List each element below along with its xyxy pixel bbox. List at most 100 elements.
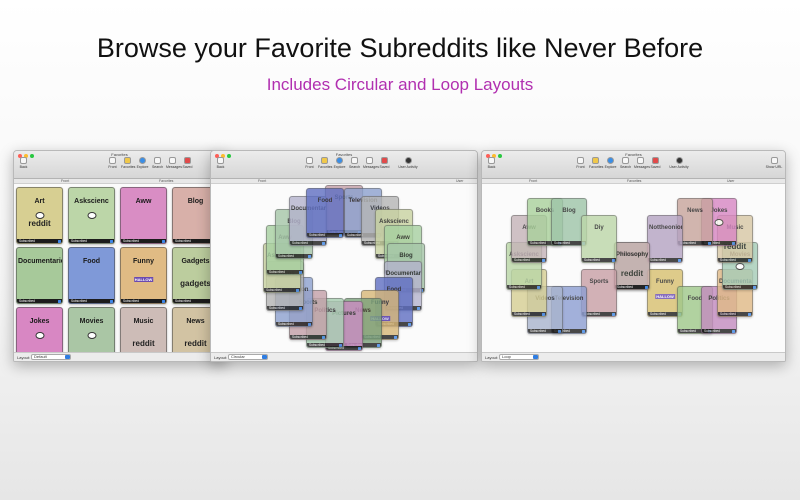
subscribed-check-icon[interactable] [408,322,411,326]
subscribed-check-icon[interactable] [308,254,311,258]
subscribed-bar[interactable]: Subscribed [723,285,757,289]
subscribed-check-icon[interactable] [377,343,380,347]
layout-select[interactable]: Default [31,354,71,360]
subscribed-bar[interactable]: Subscribed [290,241,326,245]
subscribed-check-icon[interactable] [308,322,311,326]
subscribed-check-icon[interactable] [753,285,756,289]
window-titlebar[interactable]: Favorites Back Front Favorites Explore S… [14,151,225,179]
window-titlebar[interactable]: Favorites Back Front Favorites Explore S… [482,151,785,179]
subscribed-check-icon[interactable] [394,335,397,339]
subscribed-check-icon[interactable] [162,239,165,243]
search-button[interactable]: Search [151,157,164,171]
subscribed-check-icon[interactable] [708,241,711,245]
subscribed-bar[interactable]: Subscribed [276,322,312,326]
subscribed-check-icon[interactable] [339,233,342,237]
saved-button[interactable]: Saved [378,157,391,171]
subscribed-check-icon[interactable] [612,258,615,262]
subscribed-check-icon[interactable] [645,285,648,289]
subscribed-check-icon[interactable] [542,258,545,262]
subreddit-card-art[interactable]: Art reddit Subscribed [16,187,63,244]
front-button[interactable]: Front [574,157,587,171]
subscribed-bar[interactable]: Subscribed [121,239,166,243]
subscribed-check-icon[interactable] [582,329,585,333]
subscribed-bar[interactable]: Subscribed [702,329,736,333]
subscribed-bar[interactable]: Subscribed [17,299,62,303]
subscribed-check-icon[interactable] [537,285,540,289]
subscribed-bar[interactable]: Subscribed [69,299,114,303]
layout-select[interactable]: Circular [228,354,268,360]
subscribed-check-icon[interactable] [110,299,113,303]
column-front[interactable]: Front [258,179,266,183]
explore-button[interactable]: Explore [136,157,149,171]
subscribed-bar[interactable]: Subscribed [267,270,303,274]
subscribed-bar[interactable]: Subscribed [276,254,312,258]
subscribed-bar[interactable]: Subscribed [290,335,326,339]
subreddit-card-diy[interactable]: Diy Subscribed [581,215,617,263]
subscribed-check-icon[interactable] [678,258,681,262]
subscribed-bar[interactable]: Subscribed [307,343,343,347]
subscribed-check-icon[interactable] [732,241,735,245]
subscribed-check-icon[interactable] [110,239,113,243]
search-button[interactable]: Search [348,157,361,171]
back-button[interactable]: Back [485,157,498,171]
subscribed-check-icon[interactable] [299,270,302,274]
favorites-button[interactable]: Favorites [589,157,603,171]
subscribed-bar[interactable]: Subscribed [267,306,303,310]
column-user[interactable]: User [727,179,734,183]
column-front[interactable]: Front [61,179,69,183]
subscribed-check-icon[interactable] [339,343,342,347]
subscribed-check-icon[interactable] [162,299,165,303]
subscribed-bar[interactable]: Subscribed [507,285,541,289]
user-activity-button[interactable]: User Activity [668,157,690,171]
messages-button[interactable]: Messages [166,157,182,171]
subscribed-check-icon[interactable] [58,239,61,243]
subscribed-check-icon[interactable] [748,312,751,316]
subscribed-bar[interactable]: Subscribed [615,285,649,289]
saved-button[interactable]: Saved [181,157,194,171]
search-button[interactable]: Search [619,157,632,171]
subscribed-check-icon[interactable] [417,306,420,310]
saved-button[interactable]: Saved [649,157,662,171]
subscribed-bar[interactable]: Subscribed [718,312,752,316]
front-button[interactable]: Front [303,157,316,171]
subscribed-bar[interactable]: Subscribed [512,312,546,316]
messages-button[interactable]: Messages [363,157,379,171]
subscribed-check-icon[interactable] [322,241,325,245]
subreddit-card-food[interactable]: Food Subscribed [306,188,344,238]
subscribed-bar[interactable]: Subscribed [307,233,343,237]
column-user[interactable]: User [456,179,463,183]
show-url-button[interactable]: Show URL [765,157,783,171]
subscribed-check-icon[interactable] [748,258,751,262]
subscribed-bar[interactable]: Subscribed [121,299,166,303]
subscribed-bar[interactable]: Subscribed [512,258,546,262]
subscribed-check-icon[interactable] [58,299,61,303]
subscribed-check-icon[interactable] [732,329,735,333]
subscribed-check-icon[interactable] [612,312,615,316]
column-favorites[interactable]: Favorites [627,179,641,183]
back-button[interactable]: Back [17,157,30,171]
subscribed-check-icon[interactable] [322,335,325,339]
subscribed-bar[interactable]: Subscribed [528,329,562,333]
subreddit-card-funny[interactable]: Funny HALLOW Subscribed [120,247,167,304]
subreddit-card-nottheonion[interactable]: Nottheonion Subscribed [647,215,683,263]
favorites-button[interactable]: Favorites [121,157,135,171]
subreddit-card-food[interactable]: Food Subscribed [68,247,115,304]
column-front[interactable]: Front [529,179,537,183]
subscribed-check-icon[interactable] [558,329,561,333]
subscribed-bar[interactable]: Subscribed [718,258,752,262]
messages-button[interactable]: Messages [634,157,650,171]
subreddit-card-documentaries[interactable]: Documentaries Subscribed [16,247,63,304]
column-favorites[interactable]: Favorites [159,179,173,183]
user-activity-button[interactable]: User Activity [397,157,419,171]
subreddit-card-philosophy[interactable]: Philosophy reddit Subscribed [614,242,650,290]
subscribed-bar[interactable]: Subscribed [678,241,712,245]
subscribed-check-icon[interactable] [358,346,361,350]
subscribed-check-icon[interactable] [299,306,302,310]
subscribed-bar[interactable]: Subscribed [17,239,62,243]
explore-button[interactable]: Explore [604,157,617,171]
subreddit-card-askscienc[interactable]: Askscienc Subscribed [68,187,115,244]
subscribed-bar[interactable]: Subscribed [582,312,616,316]
explore-button[interactable]: Explore [333,157,346,171]
subscribed-check-icon[interactable] [542,312,545,316]
favorites-button[interactable]: Favorites [318,157,332,171]
